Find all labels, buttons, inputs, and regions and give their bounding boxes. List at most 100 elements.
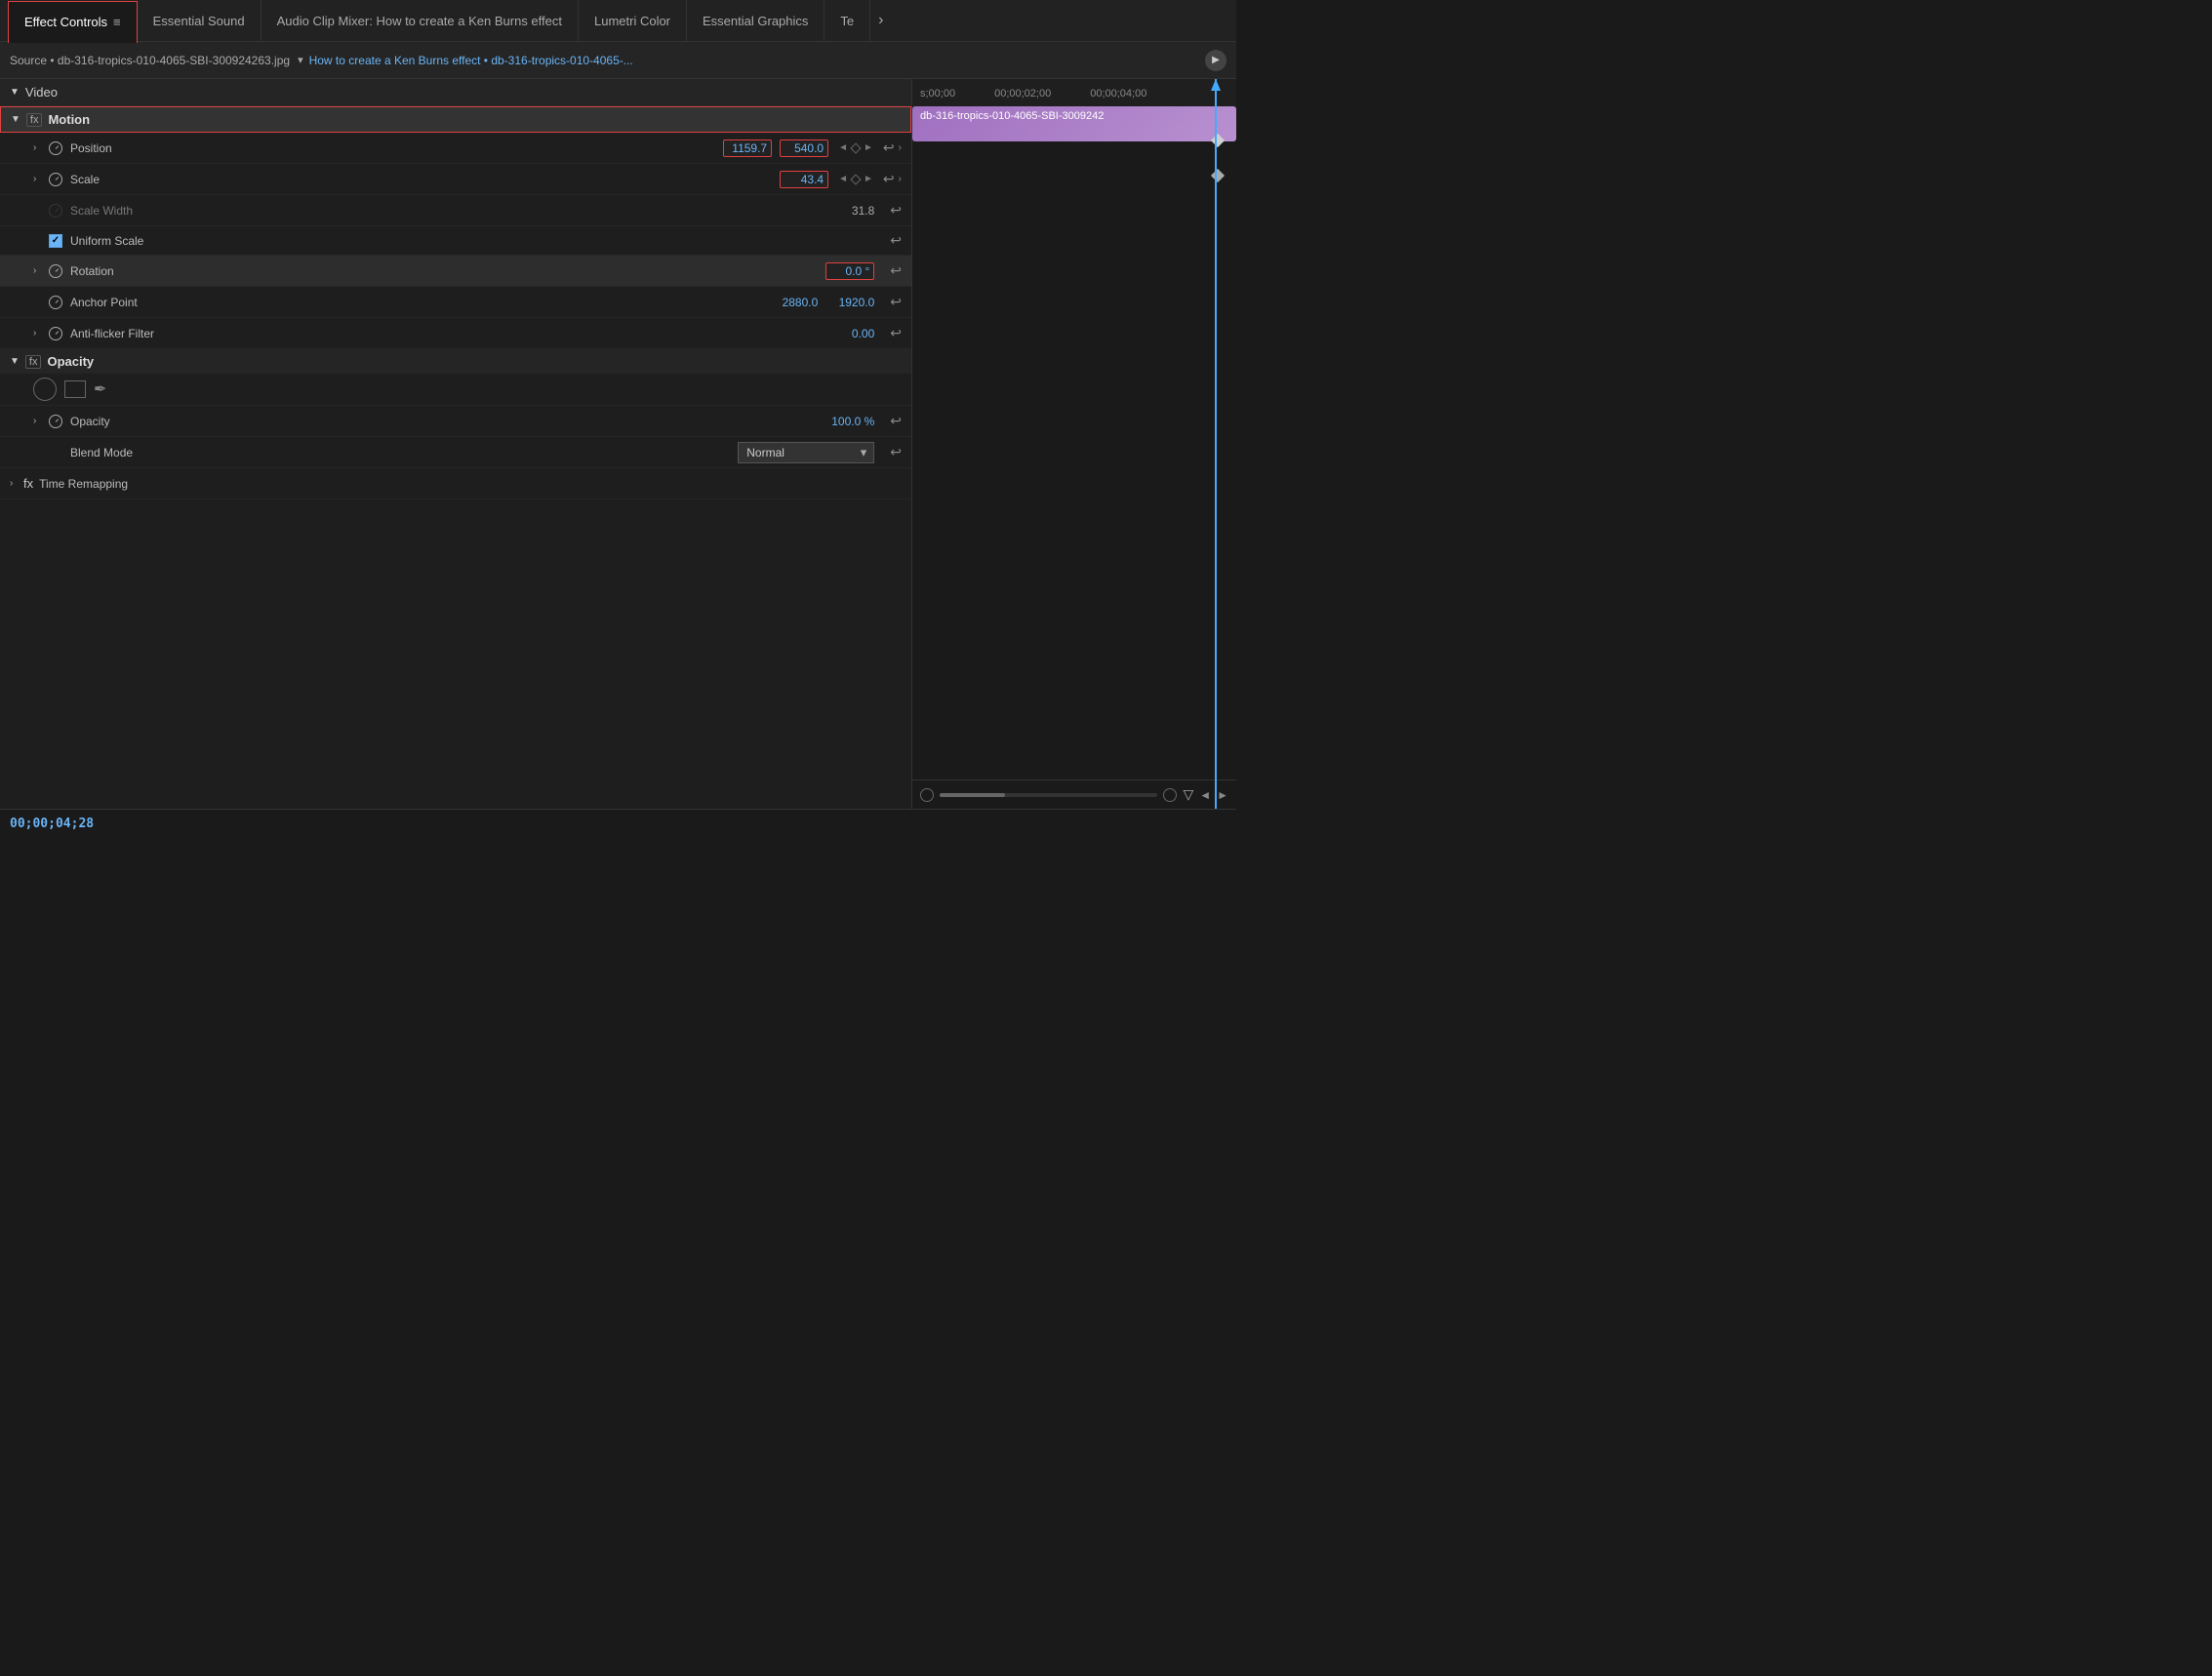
scale-reset[interactable]: ↩ — [883, 171, 895, 187]
uniform-scale-checkbox[interactable] — [49, 234, 62, 248]
rotation-expand[interactable]: › — [33, 265, 47, 276]
motion-collapse-arrow[interactable]: ▼ — [11, 114, 20, 125]
position-forward[interactable]: › — [899, 142, 902, 153]
anti-flicker-stopwatch[interactable] — [47, 325, 64, 342]
position-row: › Position 1159.7 540.0 ◄ ► ↩ › — [0, 133, 911, 164]
scale-expand[interactable]: › — [33, 174, 47, 184]
opacity-collapse-arrow[interactable]: ▼ — [10, 356, 20, 367]
anchor-x-value[interactable]: 2880.0 — [769, 296, 818, 309]
scale-stopwatch[interactable] — [47, 171, 64, 188]
rotation-stopwatch[interactable] — [47, 262, 64, 280]
zoom-in-circle[interactable] — [1163, 788, 1177, 802]
opacity-reset[interactable]: ↩ — [890, 413, 902, 429]
opacity-stopwatch-icon — [49, 415, 62, 428]
source-sequence[interactable]: How to create a Ken Burns effect • db-31… — [309, 54, 633, 67]
timecode-2: 00;00;04;00 — [1090, 88, 1146, 100]
anchor-reset[interactable]: ↩ — [890, 294, 902, 310]
tab-more-short[interactable]: Te — [824, 0, 870, 42]
anti-flicker-reset[interactable]: ↩ — [890, 325, 902, 341]
scale-prev-keyframe[interactable]: ◄ — [838, 174, 848, 184]
opacity-tools-row: ✒ — [0, 374, 911, 406]
scale-stopwatch-icon — [49, 173, 62, 186]
nav-next[interactable]: ► — [1217, 788, 1228, 802]
anchor-stopwatch[interactable] — [47, 294, 64, 311]
source-bar: Source • db-316-tropics-010-4065-SBI-300… — [0, 42, 1236, 79]
opacity-effect-header[interactable]: ▼ fx Opacity — [0, 349, 911, 374]
blend-mode-controls: ↩ — [884, 444, 902, 460]
timeline-clip[interactable]: db-316-tropics-010-4065-SBI-3009242 — [912, 106, 1236, 141]
scale-width-controls: ↩ — [884, 202, 902, 219]
blend-mode-row: › Blend Mode Normal Dissolve Darken Mult… — [0, 437, 911, 468]
position-values: 1159.7 540.0 — [723, 140, 828, 157]
rotation-reset[interactable]: ↩ — [890, 262, 902, 279]
position-label: Position — [70, 141, 723, 155]
scale-width-values: 31.8 — [852, 204, 874, 218]
position-prev-keyframe[interactable]: ◄ — [838, 142, 848, 153]
anti-flicker-expand[interactable]: › — [33, 328, 47, 339]
scale-forward[interactable]: › — [899, 174, 902, 184]
tab-essential-sound-label: Essential Sound — [153, 14, 245, 28]
position-stopwatch-icon — [49, 141, 62, 155]
position-controls: ◄ ► ↩ › — [838, 140, 902, 156]
anti-flicker-row: › Anti-flicker Filter 0.00 ↩ — [0, 318, 911, 349]
tab-lumetri-color-label: Lumetri Color — [594, 14, 670, 28]
opacity-row: › Opacity 100.0 % ↩ — [0, 406, 911, 437]
scale-add-keyframe[interactable] — [850, 174, 861, 184]
position-add-keyframe[interactable] — [850, 142, 861, 153]
position-y-value[interactable]: 540.0 — [780, 140, 828, 157]
scale-width-reset[interactable]: ↩ — [890, 202, 902, 219]
blend-mode-reset[interactable]: ↩ — [890, 444, 902, 460]
rotation-value[interactable]: 0.0 ° — [825, 262, 874, 280]
tab-more-short-label: Te — [840, 14, 854, 28]
uniform-scale-reset[interactable]: ↩ — [890, 232, 902, 249]
rect-mask-tool[interactable] — [64, 380, 86, 398]
position-x-value[interactable]: 1159.7 — [723, 140, 772, 157]
timeline-playhead[interactable] — [1215, 79, 1217, 809]
anti-flicker-values: 0.00 — [825, 327, 874, 340]
position-expand[interactable]: › — [33, 142, 47, 153]
tab-essential-graphics-label: Essential Graphics — [703, 14, 808, 28]
anchor-stopwatch-icon — [49, 296, 62, 309]
anti-flicker-stopwatch-icon — [49, 327, 62, 340]
tab-essential-graphics[interactable]: Essential Graphics — [687, 0, 824, 42]
tab-menu-icon[interactable]: ≡ — [113, 15, 121, 29]
pen-mask-tool[interactable]: ✒ — [94, 379, 106, 399]
video-section-header[interactable]: ▼ Video — [0, 79, 911, 106]
position-next-keyframe[interactable]: ► — [864, 142, 873, 153]
time-remapping-expand[interactable]: › — [10, 478, 23, 489]
anti-flicker-label: Anti-flicker Filter — [70, 327, 825, 340]
tab-effect-controls-label: Effect Controls — [24, 15, 107, 29]
ellipse-mask-tool[interactable] — [33, 378, 57, 401]
nav-prev[interactable]: ◄ — [1199, 788, 1211, 802]
filter-icon[interactable]: ▽ — [1183, 786, 1193, 803]
timeline-clip-label: db-316-tropics-010-4065-SBI-3009242 — [920, 110, 1104, 122]
tab-lumetri-color[interactable]: Lumetri Color — [579, 0, 687, 42]
motion-effect-header[interactable]: ▼ fx Motion — [0, 106, 911, 133]
anchor-values: 2880.0 1920.0 — [769, 296, 874, 309]
opacity-expand[interactable]: › — [33, 416, 47, 426]
source-bar-controls: ▶ — [1205, 50, 1227, 71]
scale-controls: ◄ ► ↩ › — [838, 171, 902, 187]
tab-audio-clip-mixer[interactable]: Audio Clip Mixer: How to create a Ken Bu… — [261, 0, 579, 42]
anchor-y-value[interactable]: 1920.0 — [825, 296, 874, 309]
motion-label: Motion — [48, 112, 90, 127]
zoom-slider-track[interactable] — [940, 793, 1157, 797]
opacity-stopwatch[interactable] — [47, 413, 64, 430]
position-reset[interactable]: ↩ — [883, 140, 895, 156]
fx-badge-time-remapping: fx — [23, 476, 33, 491]
video-collapse-arrow[interactable]: ▼ — [10, 87, 20, 98]
tab-overflow-button[interactable]: › — [870, 12, 891, 29]
source-dropdown-arrow[interactable]: ▾ — [298, 54, 303, 66]
zoom-out-circle[interactable] — [920, 788, 934, 802]
anti-flicker-value[interactable]: 0.00 — [825, 327, 874, 340]
rotation-row: › Rotation 0.0 ° ↩ — [0, 256, 911, 287]
play-button[interactable]: ▶ — [1205, 50, 1227, 71]
position-stopwatch[interactable] — [47, 140, 64, 157]
scale-value[interactable]: 43.4 — [780, 171, 828, 188]
tab-essential-sound[interactable]: Essential Sound — [138, 0, 261, 42]
opacity-value[interactable]: 100.0 % — [825, 415, 874, 428]
current-timecode: 00;00;04;28 — [10, 817, 94, 831]
scale-next-keyframe[interactable]: ► — [864, 174, 873, 184]
tab-effect-controls[interactable]: Effect Controls ≡ — [8, 1, 138, 43]
blend-mode-select[interactable]: Normal Dissolve Darken Multiply Screen O… — [738, 442, 874, 463]
